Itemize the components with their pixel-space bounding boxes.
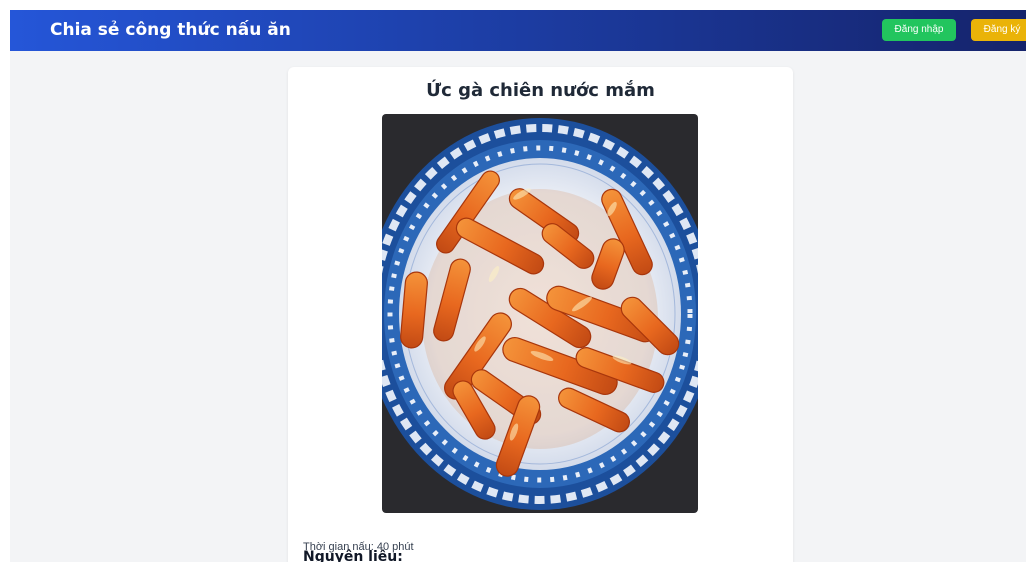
browser-viewport: Chia sẻ công thức nấu ăn Đăng nhập Đăng … bbox=[10, 10, 1026, 562]
login-button[interactable]: Đăng nhập bbox=[882, 19, 956, 41]
ingredients-heading: Nguyên liệu: bbox=[303, 549, 403, 562]
recipe-title: Ức gà chiên nước mắm bbox=[426, 80, 655, 101]
recipe-photo bbox=[382, 114, 698, 513]
site-brand-link[interactable]: Chia sẻ công thức nấu ăn bbox=[50, 20, 291, 41]
register-button[interactable]: Đăng ký bbox=[971, 19, 1026, 41]
navbar: Chia sẻ công thức nấu ăn Đăng nhập Đăng … bbox=[10, 10, 1026, 51]
recipe-card: Ức gà chiên nước mắm Thời gian nấu: 40 p… bbox=[288, 67, 793, 562]
